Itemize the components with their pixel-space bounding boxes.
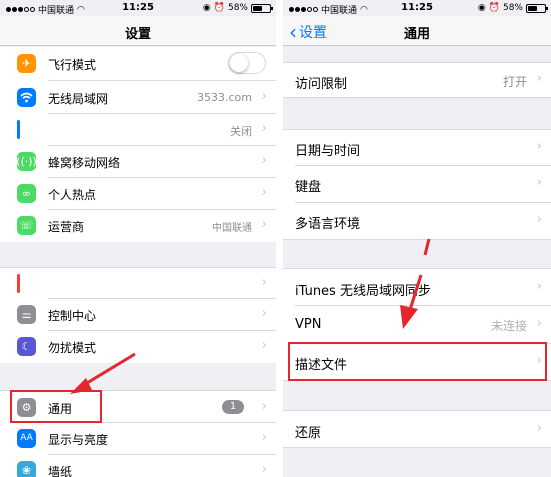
lock-rotation-icon: ◉ xyxy=(202,3,211,13)
battery-fill xyxy=(528,5,538,11)
carrier-label: 运营商 xyxy=(48,220,85,234)
status-right: ◉ ⏰ 58% xyxy=(202,3,273,13)
general-row-restrictions[interactable]: 访问限制 打开 › xyxy=(283,62,551,98)
notifications-icon xyxy=(17,274,20,293)
cellular-label: 蜂窝移动网络 xyxy=(48,156,121,170)
bluetooth-value: 关闭 xyxy=(230,125,252,138)
screen-divider xyxy=(276,0,283,477)
update-badge: 1 xyxy=(222,400,244,414)
general-row-date-time[interactable]: 日期与时间 › xyxy=(283,129,551,166)
wifi-icon-glyph xyxy=(20,92,33,103)
settings-row-dnd[interactable]: ☾ 勿扰模式 › xyxy=(0,331,276,363)
date-time-label: 日期与时间 xyxy=(295,144,361,159)
general-label: 通用 xyxy=(48,402,73,416)
chevron-right-icon: › xyxy=(261,399,267,414)
chevron-right-icon: › xyxy=(261,338,267,353)
lock-rotation-icon: ◉ xyxy=(477,3,486,13)
page-title: 设置 xyxy=(124,27,151,42)
wallpaper-icon: ❀ xyxy=(17,461,36,477)
reset-label: 还原 xyxy=(295,426,322,441)
cellular-icon: ((·)) xyxy=(16,152,37,171)
general-row-itunes-sync[interactable]: iTunes 无线局域网同步 › xyxy=(283,268,551,306)
settings-row-display[interactable]: AA 显示与亮度 › xyxy=(0,423,276,455)
profile-label: 描述文件 xyxy=(295,358,348,373)
battery-icon xyxy=(251,3,273,13)
battery-percent: 58% xyxy=(227,3,248,13)
status-bar: 中国联通 ◠ 11:25 ◉ ⏰ 58% xyxy=(283,0,551,16)
battery-percent: 58% xyxy=(502,3,523,13)
chevron-right-icon: › xyxy=(536,139,542,154)
phone-icon: ☏ xyxy=(17,216,36,235)
settings-row-cellular[interactable]: ((·)) 蜂窝移动网络 › xyxy=(0,146,276,178)
chevron-right-icon: › xyxy=(536,212,542,227)
wifi-icon xyxy=(17,88,36,107)
bluetooth-icon xyxy=(17,120,20,139)
carrier-value: 中国联通 xyxy=(212,223,252,234)
general-row-reset[interactable]: 还原 › xyxy=(283,410,551,448)
settings-screen: 中国联通 ◠ 11:25 ◉ ⏰ 58% 设置 ✈ 飞行模式 无线局域网 353… xyxy=(0,0,276,477)
airplane-icon: ✈ xyxy=(17,54,36,73)
wifi-label: 无线局域网 xyxy=(48,92,109,106)
chevron-right-icon: › xyxy=(536,421,542,436)
alarm-icon: ⏰ xyxy=(213,3,225,13)
page-title: 通用 xyxy=(403,27,430,42)
general-row-vpn[interactable]: VPN 未连接 › xyxy=(283,306,551,344)
display-label: 显示与亮度 xyxy=(48,433,109,447)
settings-row-wifi[interactable]: 无线局域网 3533.com › xyxy=(0,81,276,114)
battery-icon xyxy=(526,3,548,13)
chevron-right-icon: › xyxy=(536,175,542,190)
nav-bar: 设置 xyxy=(0,16,276,46)
chevron-right-icon: › xyxy=(261,306,267,321)
language-label: 多语言环境 xyxy=(295,217,361,232)
settings-row-hotspot[interactable]: ∞ 个人热点 › xyxy=(0,178,276,210)
general-screen: 中国联通 ◠ 11:25 ◉ ⏰ 58% ‹ 设置 通用 访问限制 打开 › 日… xyxy=(283,0,551,477)
wallpaper-label: 墙纸 xyxy=(48,465,73,477)
wifi-value: 3533.com xyxy=(197,91,252,104)
settings-row-airplane[interactable]: ✈ 飞行模式 xyxy=(0,47,276,81)
display-brightness-icon: AA xyxy=(17,429,36,448)
dnd-label: 勿扰模式 xyxy=(48,341,97,355)
general-row-profile[interactable]: 描述文件 › xyxy=(283,344,551,381)
settings-row-control-center[interactable]: ⚌ 控制中心 › xyxy=(0,299,276,331)
chevron-right-icon: › xyxy=(536,279,542,294)
settings-row-notifications[interactable]: › xyxy=(0,267,276,299)
status-bar: 中国联通 ◠ 11:25 ◉ ⏰ 58% xyxy=(0,0,276,16)
chevron-right-icon: › xyxy=(261,462,267,477)
vpn-value: 未连接 xyxy=(490,319,527,333)
chevron-right-icon: › xyxy=(261,430,267,445)
restrictions-value: 打开 xyxy=(502,75,527,89)
chevron-right-icon: › xyxy=(536,316,542,331)
restrictions-label: 访问限制 xyxy=(295,77,348,92)
settings-row-general[interactable]: ⚙ 通用 1 › xyxy=(0,390,276,423)
general-row-language[interactable]: 多语言环境 › xyxy=(283,203,551,240)
settings-row-bluetooth[interactable]: 关闭 › xyxy=(0,114,276,146)
airplane-label: 飞行模式 xyxy=(48,58,97,72)
control-center-label: 控制中心 xyxy=(48,309,97,323)
chevron-right-icon: › xyxy=(536,71,542,86)
chevron-right-icon: › xyxy=(261,153,267,168)
gear-icon: ⚙ xyxy=(17,398,36,417)
settings-row-carrier[interactable]: ☏ 运营商 中国联通 › xyxy=(0,210,276,242)
alarm-icon: ⏰ xyxy=(488,3,500,13)
battery-fill xyxy=(253,5,263,11)
toggle-knob xyxy=(230,54,248,72)
chevron-right-icon: › xyxy=(261,217,267,232)
moon-icon: ☾ xyxy=(17,337,36,356)
keyboard-label: 键盘 xyxy=(295,180,322,195)
general-row-keyboard[interactable]: 键盘 › xyxy=(283,166,551,203)
nav-bar: ‹ 设置 通用 xyxy=(283,16,551,46)
chevron-right-icon: › xyxy=(261,121,267,136)
chevron-right-icon: › xyxy=(261,185,267,200)
hotspot-label: 个人热点 xyxy=(48,188,97,202)
hotspot-icon: ∞ xyxy=(17,184,36,203)
itunes-sync-label: iTunes 无线局域网同步 xyxy=(295,284,431,299)
airplane-toggle[interactable] xyxy=(228,52,266,74)
chevron-right-icon: › xyxy=(261,275,267,290)
chevron-right-icon: › xyxy=(261,89,267,104)
control-center-icon: ⚌ xyxy=(17,305,36,324)
settings-row-wallpaper[interactable]: ❀ 墙纸 › xyxy=(0,455,276,477)
chevron-right-icon: › xyxy=(536,353,542,368)
status-right: ◉ ⏰ 58% xyxy=(477,3,548,13)
vpn-label: VPN xyxy=(295,317,322,332)
